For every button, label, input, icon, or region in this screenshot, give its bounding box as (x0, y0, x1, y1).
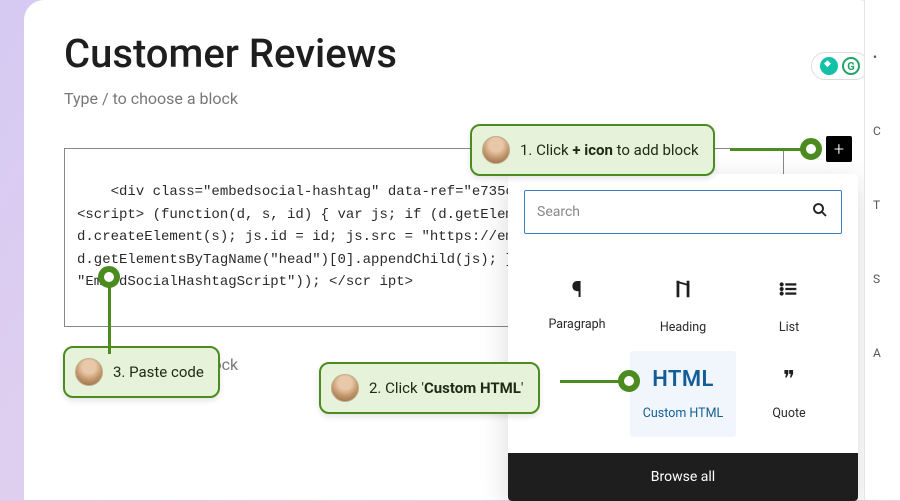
plus-icon: + (834, 139, 844, 160)
block-search-input[interactable]: Search (524, 190, 842, 234)
block-list[interactable]: List (736, 262, 842, 351)
callout-marker (98, 266, 120, 288)
shield-icon (820, 57, 838, 75)
search-icon (811, 201, 829, 223)
quote-icon: ❞ (783, 367, 795, 392)
sidebar-c: C (873, 124, 892, 138)
block-heading[interactable]: Heading (630, 262, 736, 351)
block-grid: ¶ Paragraph Heading List ▭ Image HTML Cu… (508, 250, 858, 453)
block-inserter-popover: Search ¶ Paragraph Heading List ▭ Image (508, 174, 858, 501)
block-custom-html[interactable]: HTML Custom HTML (630, 351, 736, 437)
sidebar-a: A (873, 346, 892, 360)
block-label: List (779, 320, 799, 335)
settings-sidebar: • C T S A (864, 0, 900, 500)
grammarly-icon: G (842, 57, 860, 75)
sidebar-s: S (873, 272, 892, 286)
block-label: Paragraph (548, 317, 605, 332)
top-right-toolbar: G (811, 52, 869, 80)
grammar-badge-pill[interactable]: G (811, 52, 869, 80)
block-paragraph[interactable]: ¶ Paragraph (524, 262, 630, 351)
avatar (482, 136, 510, 164)
callout-text: 3. Paste code (113, 363, 204, 381)
slash-hint[interactable]: Type / to choose a block (64, 89, 839, 108)
block-quote[interactable]: ❞ Quote (736, 351, 842, 437)
block-label: Heading (660, 320, 706, 335)
callout-step-2: 2. Click 'Custom HTML' (319, 362, 540, 414)
callout-step-1: 1. Click + icon to add block (470, 124, 715, 176)
code-content: <div class="embedsocial-hashtag" data-re… (77, 184, 556, 290)
avatar (75, 358, 103, 386)
search-wrap: Search (508, 174, 858, 250)
page-title[interactable]: Customer Reviews (64, 30, 839, 77)
browse-all-button[interactable]: Browse all (508, 453, 858, 501)
add-block-button[interactable]: + (826, 136, 852, 162)
callout-marker (800, 138, 822, 160)
heading-icon (672, 278, 694, 306)
sidebar-t: T (873, 198, 892, 212)
callout-text: 1. Click + icon to add block (520, 141, 699, 159)
callout-marker (618, 370, 640, 392)
block-label: Custom HTML (643, 406, 723, 421)
callout-text: 2. Click 'Custom HTML' (369, 379, 524, 397)
html-icon: HTML (652, 367, 714, 392)
list-icon (778, 278, 800, 306)
paragraph-icon: ¶ (572, 278, 583, 303)
block-label: Quote (772, 406, 805, 421)
callout-step-3: 3. Paste code (63, 346, 220, 398)
sidebar-hint: • (873, 50, 892, 64)
search-placeholder: Search (537, 204, 580, 220)
avatar (331, 374, 359, 402)
